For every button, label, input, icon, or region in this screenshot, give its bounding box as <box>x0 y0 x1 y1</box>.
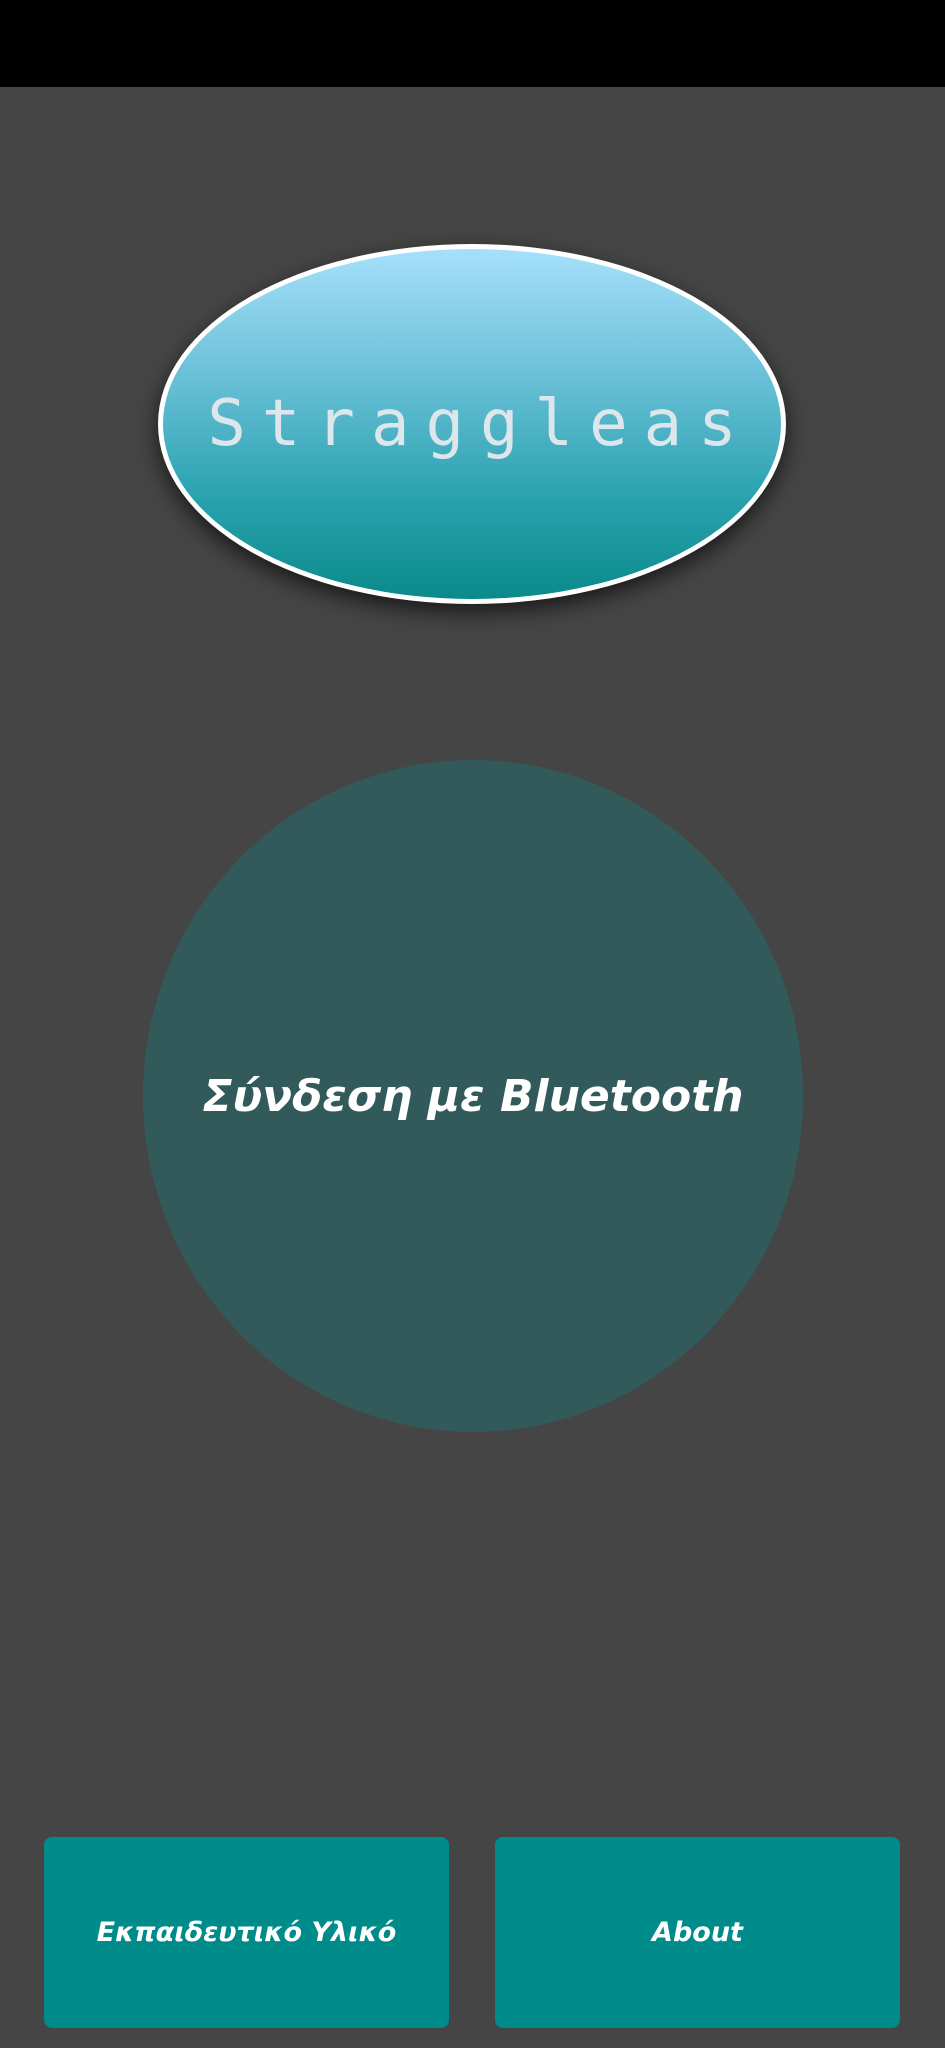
about-button[interactable]: About <box>495 1837 900 2028</box>
status-bar <box>0 0 945 87</box>
app-logo-text: Straggleas <box>207 387 753 461</box>
bluetooth-connect-label: Σύνδεση με Bluetooth <box>202 1070 744 1122</box>
bluetooth-connect-button[interactable]: Σύνδεση με Bluetooth <box>143 760 803 1432</box>
app-logo: Straggleas <box>158 244 786 604</box>
educational-material-label: Εκπαιδευτικό Υλικό <box>96 1917 397 1948</box>
app-screen: Straggleas Σύνδεση με Bluetooth Εκπαιδευ… <box>0 0 945 2048</box>
about-label: About <box>652 1917 743 1948</box>
educational-material-button[interactable]: Εκπαιδευτικό Υλικό <box>44 1837 449 2028</box>
